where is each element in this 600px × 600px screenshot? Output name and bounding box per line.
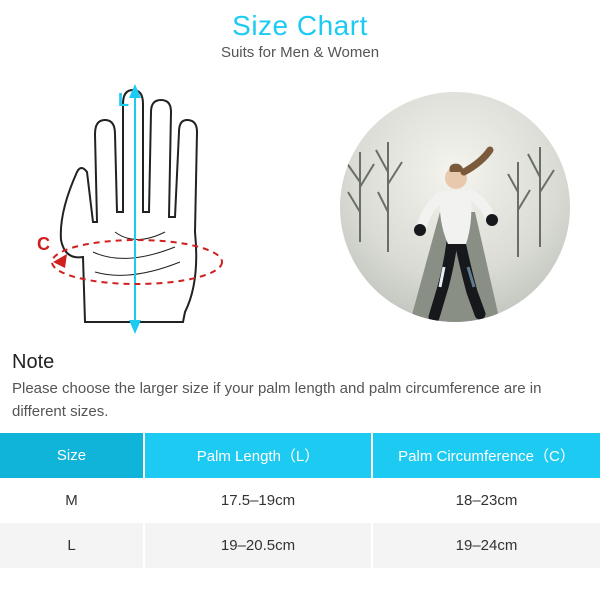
hand-diagram: L C (15, 72, 275, 342)
cell-length: 17.5–19cm (144, 478, 372, 523)
table-header-row: Size Palm Length（L） Palm Circumference（C… (0, 433, 600, 478)
header-size: Size (0, 433, 144, 478)
size-table: Size Palm Length（L） Palm Circumference（C… (0, 433, 600, 568)
page-subtitle: Suits for Men & Women (0, 44, 600, 61)
note-heading: Note (12, 351, 588, 374)
note-text: Please choose the larger size if your pa… (12, 378, 588, 423)
cell-size: L (0, 523, 144, 568)
cell-circ: 19–24cm (372, 523, 600, 568)
figure-row: L C (0, 61, 600, 351)
header-circ: Palm Circumference（C） (372, 433, 600, 478)
header-length: Palm Length（L） (144, 433, 372, 478)
cell-circ: 18–23cm (372, 478, 600, 523)
circumference-label: C (37, 234, 50, 254)
note-block: Note Please choose the larger size if yo… (0, 351, 600, 433)
runner-photo (340, 92, 570, 322)
cell-length: 19–20.5cm (144, 523, 372, 568)
table-row: L 19–20.5cm 19–24cm (0, 523, 600, 568)
cell-size: M (0, 478, 144, 523)
header: Size Chart Suits for Men & Women (0, 0, 600, 61)
table-row: M 17.5–19cm 18–23cm (0, 478, 600, 523)
length-label: L (118, 90, 129, 110)
page-title: Size Chart (0, 10, 600, 42)
